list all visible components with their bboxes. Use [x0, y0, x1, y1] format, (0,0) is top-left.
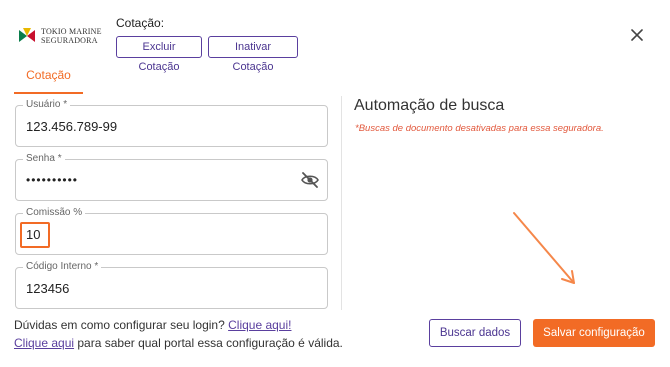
usuario-label: Usuário *: [23, 99, 71, 111]
logo-line2: SEGURADORA: [41, 36, 98, 45]
usuario-field[interactable]: Usuário * 123.456.789-99: [15, 99, 328, 147]
close-icon[interactable]: [630, 28, 644, 42]
help-line1-text: Dúvidas em como configurar seu login?: [14, 318, 229, 332]
codigo-interno-label: Código Interno *: [23, 261, 102, 273]
annotation-arrow-icon: [500, 205, 590, 295]
insurer-logo: TOKIO MARINE SEGURADORA: [17, 26, 102, 46]
help-line-login: Dúvidas em como configurar seu login? Cl…: [14, 318, 291, 332]
codigo-interno-value: 123456: [26, 281, 70, 296]
tab-cotacao[interactable]: Cotação: [14, 60, 83, 94]
tokio-marine-logo-icon: [17, 26, 37, 46]
senha-label: Senha *: [23, 153, 65, 165]
inativar-cotacao-button[interactable]: Inativar Cotação: [208, 36, 298, 73]
comissao-label: Comissão %: [23, 207, 86, 219]
senha-field[interactable]: Senha * ••••••••••: [15, 153, 328, 201]
buscar-dados-button[interactable]: Buscar dados: [429, 319, 521, 347]
vertical-divider: [341, 96, 342, 310]
help-login-link[interactable]: Clique aqui!: [228, 318, 291, 332]
help-line2-text: para saber qual portal essa configuração…: [74, 336, 343, 350]
salvar-configuracao-button[interactable]: Salvar configuração: [533, 319, 655, 347]
help-portal-link[interactable]: Clique aqui: [14, 336, 74, 350]
usuario-value: 123.456.789-99: [26, 119, 118, 134]
excluir-cotacao-button[interactable]: Excluir Cotação: [116, 36, 202, 73]
comissao-value: 10: [26, 227, 41, 242]
logo-text: TOKIO MARINE SEGURADORA: [41, 27, 102, 45]
comissao-field[interactable]: Comissão % 10: [15, 207, 328, 255]
senha-value: ••••••••••: [26, 173, 79, 187]
codigo-interno-field[interactable]: Código Interno * 123456: [15, 261, 328, 309]
automation-note: *Buscas de documento desativadas para es…: [355, 123, 604, 134]
automation-title: Automação de busca: [354, 97, 505, 114]
cotacao-label: Cotação:: [116, 16, 165, 30]
logo-line1: TOKIO MARINE: [41, 27, 102, 36]
eye-off-icon[interactable]: [301, 172, 319, 188]
help-line-portal: Clique aqui para saber qual portal essa …: [14, 336, 343, 350]
